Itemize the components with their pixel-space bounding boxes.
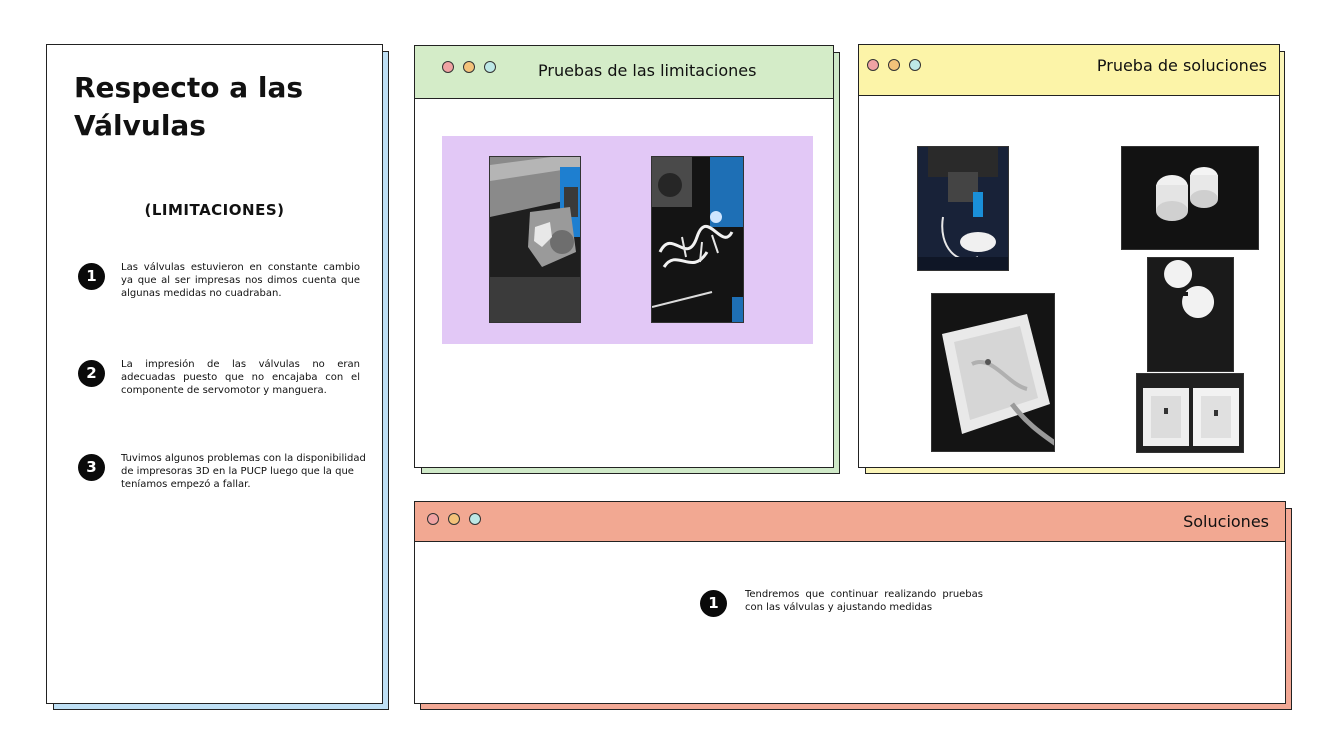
window-dot-orange-icon bbox=[463, 61, 475, 73]
window-titlebar: Pruebas de las limitaciones bbox=[415, 46, 833, 99]
number-badge-1: 1 bbox=[700, 590, 727, 617]
filament-photo bbox=[651, 156, 744, 323]
printer-photo bbox=[489, 156, 581, 323]
window-dot-teal-icon bbox=[469, 513, 481, 525]
window-dot-orange-icon bbox=[888, 59, 900, 71]
number-badge-1: 1 bbox=[78, 263, 105, 290]
window-title: Prueba de soluciones bbox=[1096, 56, 1267, 75]
valve-plates-photo bbox=[1136, 373, 1244, 453]
window-dot-red-icon bbox=[442, 61, 454, 73]
card-subtitle: (LIMITACIONES) bbox=[144, 201, 285, 219]
window-titlebar: Prueba de soluciones bbox=[859, 45, 1279, 96]
number-badge-3: 3 bbox=[78, 454, 105, 481]
valve-discs-photo bbox=[1147, 257, 1234, 372]
photo-panel bbox=[442, 136, 813, 344]
window-titlebar: Soluciones bbox=[415, 502, 1285, 542]
window-dot-teal-icon bbox=[909, 59, 921, 71]
window-dot-teal-icon bbox=[484, 61, 496, 73]
limitations-card: Respecto a las Válvulas (LIMITACIONES) 1… bbox=[46, 44, 383, 704]
limitation-text-3: Tuvimos algunos problemas con la disponi… bbox=[121, 453, 366, 490]
valve-pieces-photo bbox=[1121, 146, 1259, 250]
printing-photo bbox=[917, 146, 1009, 271]
window-dot-red-icon bbox=[867, 59, 879, 71]
window-dot-red-icon bbox=[427, 513, 439, 525]
limitation-text-1: Las válvulas estuvieron en constante cam… bbox=[121, 262, 360, 299]
valve-box-photo bbox=[931, 293, 1055, 452]
card-title: Respecto a las Válvulas bbox=[74, 71, 304, 142]
solution-text-1: Tendremos que continuar realizando prueb… bbox=[745, 589, 983, 613]
number-badge-2: 2 bbox=[78, 360, 105, 387]
window-title: Soluciones bbox=[1183, 512, 1269, 531]
window-dot-orange-icon bbox=[448, 513, 460, 525]
window-title: Pruebas de las limitaciones bbox=[538, 61, 757, 80]
solutions-window: Soluciones 1 Tendremos que continuar rea… bbox=[414, 501, 1286, 704]
limitation-text-2: La impresión de las válvulas no eran ade… bbox=[121, 359, 360, 396]
limitations-test-window: Pruebas de las limitaciones bbox=[414, 45, 834, 468]
solutions-test-window: Prueba de soluciones bbox=[858, 44, 1280, 468]
